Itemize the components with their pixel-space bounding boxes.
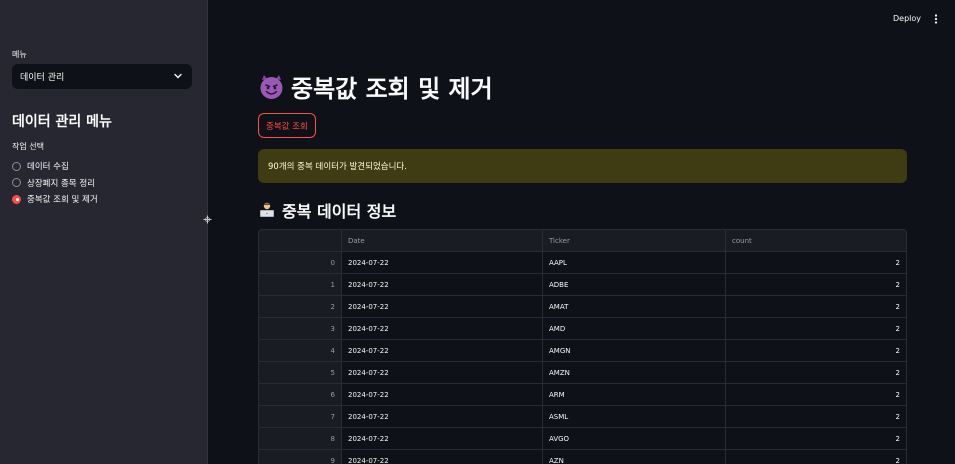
row-index: 4 <box>259 340 342 361</box>
table-row[interactable]: 0 2024-07-22 AAPL 2 <box>259 252 906 274</box>
radio-option-duplicates[interactable]: 중복값 조회 및 제거 <box>12 191 98 208</box>
row-index: 5 <box>259 362 342 383</box>
count-cell: 2 <box>895 258 900 267</box>
ticker-cell: AVGO <box>543 428 726 449</box>
menu-select-label: 메뉴 <box>12 50 27 59</box>
row-index: 0 <box>259 252 342 273</box>
table-row[interactable]: 5 2024-07-22 AMZN 2 <box>259 362 906 384</box>
count-cell: 2 <box>895 390 900 399</box>
ticker-cell: AZN <box>543 450 726 464</box>
ticker-cell: ADBE <box>543 274 726 295</box>
ticker-cell: AAPL <box>543 252 726 273</box>
count-cell: 2 <box>895 368 900 377</box>
duplicates-table[interactable]: Date Ticker count 0 2024-07-22 AAPL 2 1 2024-… <box>258 229 907 464</box>
chevron-down-icon <box>174 73 182 79</box>
page-title: 중복값 조회 및 제거 <box>258 69 493 104</box>
table-row[interactable]: 8 2024-07-22 AVGO 2 <box>259 428 906 450</box>
radio-button-selected[interactable] <box>12 194 21 204</box>
warning-alert: 90개의 중복 데이터가 발견되었습니다. <box>258 149 907 183</box>
radio-option-label: 중복값 조회 및 제거 <box>27 195 98 206</box>
table-body: 0 2024-07-22 AAPL 2 1 2024-07-22 ADBE 2 2 2024-07… <box>259 252 906 464</box>
row-index: 1 <box>259 274 342 295</box>
date-cell: 2024-07-22 <box>342 296 543 317</box>
check-duplicates-button[interactable]: 중복값 조회 <box>258 113 316 138</box>
ticker-cell: AMD <box>543 318 726 339</box>
date-cell: 2024-07-22 <box>342 362 543 383</box>
radio-option-label: 상장폐지 종목 정리 <box>27 178 95 189</box>
count-cell: 2 <box>895 456 900 464</box>
sidebar: 메뉴 데이터 관리 데이터 관리 메뉴 작업 선택 데이터 수집 상장폐지 종목… <box>0 0 208 464</box>
date-cell: 2024-07-22 <box>342 252 543 273</box>
radio-option-collect[interactable]: 데이터 수집 <box>12 158 98 175</box>
table-row[interactable]: 1 2024-07-22 ADBE 2 <box>259 274 906 296</box>
date-cell: 2024-07-22 <box>342 384 543 405</box>
row-index: 3 <box>259 318 342 339</box>
sidebar-heading: 데이터 관리 메뉴 <box>12 114 112 130</box>
section-heading-text: 중복 데이터 정보 <box>282 202 397 221</box>
count-cell: 2 <box>895 302 900 311</box>
radio-option-delisted[interactable]: 상장폐지 종목 정리 <box>12 175 98 192</box>
smiling-devil-icon <box>260 75 283 99</box>
row-index: 6 <box>259 384 342 405</box>
main-menu-icon[interactable] <box>932 13 940 25</box>
task-radio-group: 데이터 수집 상장폐지 종목 정리 중복값 조회 및 제거 <box>12 158 98 208</box>
ticker-cell: AMAT <box>543 296 726 317</box>
index-header <box>259 230 342 251</box>
radio-group-label: 작업 선택 <box>12 142 44 151</box>
table-row[interactable]: 3 2024-07-22 AMD 2 <box>259 318 906 340</box>
person-at-computer-icon <box>260 202 274 217</box>
row-index: 7 <box>259 406 342 427</box>
date-cell: 2024-07-22 <box>342 274 543 295</box>
table-row[interactable]: 2 2024-07-22 AMAT 2 <box>259 296 906 318</box>
date-cell: 2024-07-22 <box>342 318 543 339</box>
row-index: 8 <box>259 428 342 449</box>
count-cell: 2 <box>895 346 900 355</box>
count-cell: 2 <box>895 280 900 289</box>
menu-select-value: 데이터 관리 <box>20 73 65 83</box>
ticker-cell: AMZN <box>543 362 726 383</box>
ticker-cell: AMGN <box>543 340 726 361</box>
column-header-count[interactable]: count <box>726 230 906 251</box>
menu-select[interactable]: 데이터 관리 <box>12 64 192 89</box>
row-index: 9 <box>259 450 342 464</box>
section-heading: 중복 데이터 정보 <box>258 198 396 222</box>
count-cell: 2 <box>895 434 900 443</box>
ticker-cell: ASML <box>543 406 726 427</box>
sidebar-resize-handle-icon[interactable] <box>203 215 212 224</box>
table-row[interactable]: 4 2024-07-22 AMGN 2 <box>259 340 906 362</box>
column-header-date[interactable]: Date <box>342 230 543 251</box>
date-cell: 2024-07-22 <box>342 428 543 449</box>
table-header-row: Date Ticker count <box>259 230 906 252</box>
ticker-cell: ARM <box>543 384 726 405</box>
radio-button[interactable] <box>12 178 21 188</box>
radio-button[interactable] <box>12 161 21 171</box>
table-row[interactable]: 6 2024-07-22 ARM 2 <box>259 384 906 406</box>
deploy-button[interactable]: Deploy <box>893 14 921 23</box>
count-cell: 2 <box>895 412 900 421</box>
table-row[interactable]: 7 2024-07-22 ASML 2 <box>259 406 906 428</box>
row-index: 2 <box>259 296 342 317</box>
count-cell: 2 <box>895 324 900 333</box>
date-cell: 2024-07-22 <box>342 340 543 361</box>
radio-option-label: 데이터 수집 <box>27 162 69 173</box>
column-header-ticker[interactable]: Ticker <box>543 230 726 251</box>
page-title-text: 중복값 조회 및 제거 <box>291 75 493 103</box>
table-row[interactable]: 9 2024-07-22 AZN 2 <box>259 450 906 464</box>
date-cell: 2024-07-22 <box>342 406 543 427</box>
date-cell: 2024-07-22 <box>342 450 543 464</box>
